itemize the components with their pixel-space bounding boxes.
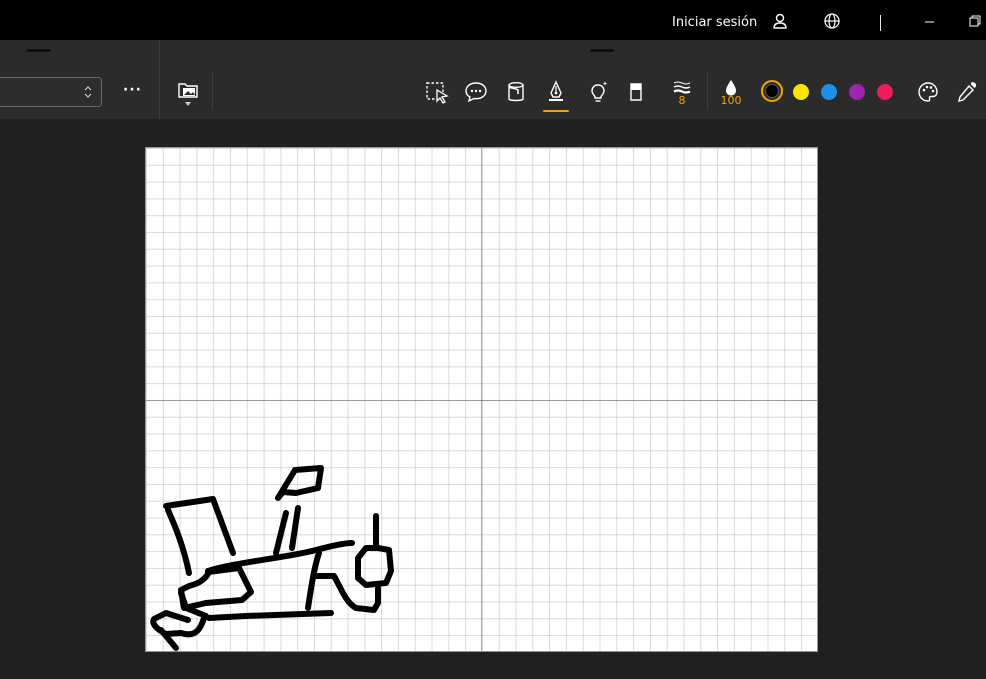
title-bar: Iniciar sesión (0, 0, 986, 40)
toolbar: ··· 8 100 (0, 40, 986, 119)
left-panel-grip[interactable] (27, 49, 51, 52)
stroke-width-value: 8 (678, 94, 686, 107)
lasso-select-icon (426, 82, 449, 104)
color-palette-button[interactable] (913, 77, 943, 107)
eyedropper-icon (958, 82, 977, 102)
eraser-icon (630, 83, 642, 101)
ink-stroke (313, 573, 381, 613)
color-swatch-black-selected[interactable] (761, 80, 783, 102)
eyedropper-button[interactable] (952, 77, 982, 107)
ink-strokes (150, 465, 394, 651)
updown-chevron-icon (84, 86, 92, 98)
color-swatch-yellow[interactable] (793, 84, 809, 100)
insert-image-icon (178, 83, 198, 98)
active-tool-indicator (543, 110, 569, 112)
restore-icon[interactable] (966, 12, 984, 30)
toolbar-divider-2 (707, 72, 708, 110)
user-icon[interactable] (771, 12, 789, 30)
pen-button[interactable] (541, 77, 571, 107)
color-swatch-red[interactable] (877, 84, 893, 100)
color-swatch-purple[interactable] (849, 84, 865, 100)
globe-icon[interactable] (823, 12, 841, 30)
lasso-select-button[interactable] (422, 77, 452, 107)
paint-bucket-icon (508, 82, 524, 102)
ink-stroke (273, 510, 289, 556)
palette-icon (918, 82, 938, 102)
ink-stroke (355, 513, 394, 588)
ink-stroke (165, 507, 192, 576)
ink-stroke (305, 550, 322, 611)
highlighter-button[interactable] (583, 77, 613, 107)
sign-in-link[interactable]: Iniciar sesión (672, 15, 757, 30)
drawing-page[interactable] (145, 147, 818, 652)
black-swatch-fill (765, 84, 779, 98)
ink-stroke (275, 465, 324, 501)
comment-icon (465, 82, 487, 103)
ink-stroke (206, 610, 334, 621)
paint-bucket-button[interactable] (501, 77, 531, 107)
dropdown-arrow-icon (185, 102, 191, 106)
comment-button[interactable] (461, 77, 491, 107)
page-select[interactable] (0, 77, 102, 107)
toolbar-divider-1 (212, 72, 213, 110)
toolbar-grip[interactable] (590, 49, 614, 52)
lightbulb-sparkle-icon (591, 81, 608, 102)
left-panel-divider (159, 40, 160, 119)
opacity-value: 100 (720, 94, 742, 107)
title-separator (880, 15, 881, 31)
minimize-icon[interactable] (921, 12, 939, 30)
more-options-button[interactable]: ··· (123, 82, 142, 98)
color-swatch-blue[interactable] (821, 84, 837, 100)
eraser-button[interactable] (621, 77, 651, 107)
ink-stroke (289, 505, 301, 551)
pen-nib-icon (549, 80, 563, 101)
